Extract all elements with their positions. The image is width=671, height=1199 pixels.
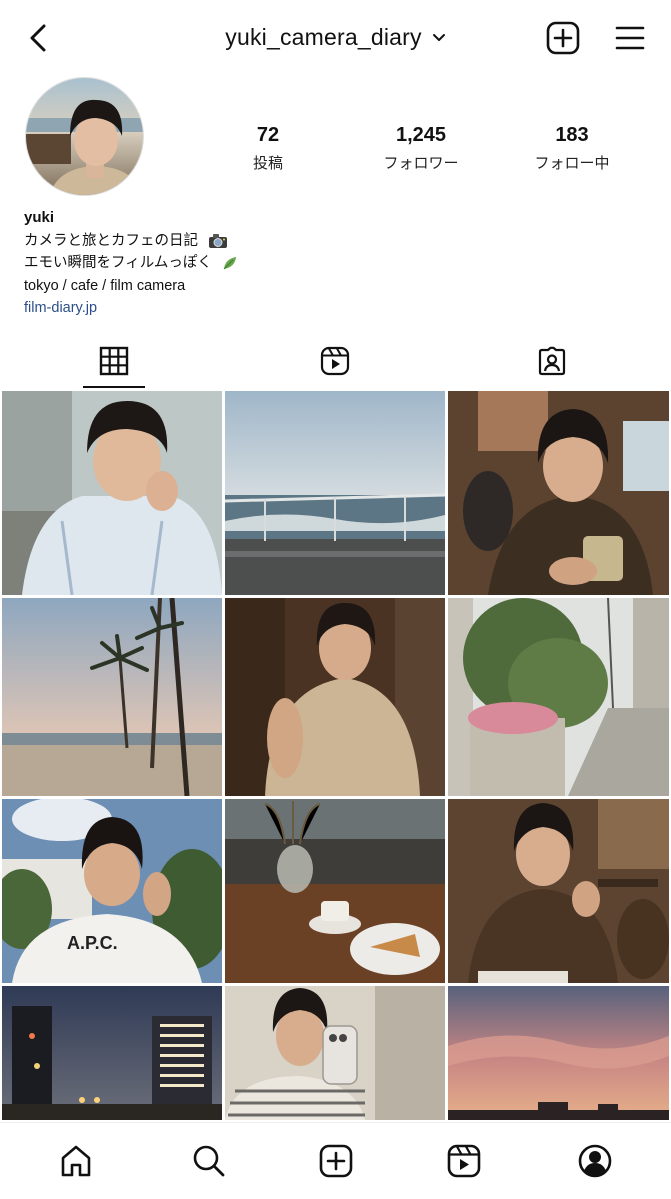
new-post-icon[interactable] [545,20,581,56]
post-image [448,391,669,595]
post-image [2,598,222,796]
following-count[interactable]: 183 フォロー中 [512,124,632,173]
post-image [448,799,669,983]
create-post-icon[interactable] [318,1143,354,1179]
post-thumbnail[interactable] [448,799,669,983]
camera-emoji-icon [209,233,228,248]
post-thumbnail[interactable] [2,986,222,1120]
post-image [225,799,445,983]
post-image [448,598,669,796]
post-image [225,391,445,595]
reels-icon [320,346,350,376]
tab-grid[interactable] [83,334,145,388]
top-bar: yuki_camera_diary [0,0,671,76]
tab-tagged[interactable] [521,334,583,388]
search-icon[interactable] [191,1143,227,1179]
avatar-photo [26,78,143,195]
post-thumbnail[interactable] [448,391,669,595]
tagged-person-icon [538,346,566,376]
tab-reels[interactable] [304,334,366,388]
post-image [448,986,669,1120]
followers-count-label: フォロワー [383,155,459,172]
post-image [225,986,445,1120]
profile-bio: yuki カメラと旅とカフェの日記 エモい瞬間をフィルムっぽく tokyo / … [24,207,644,320]
post-image [2,986,222,1120]
profile-nav-icon[interactable] [577,1143,613,1179]
post-thumbnail[interactable] [2,598,222,796]
post-image [2,391,222,595]
post-thumbnail[interactable] [225,598,445,796]
reels-nav-icon[interactable] [446,1143,482,1179]
post-thumbnail[interactable] [225,986,445,1120]
bio-link[interactable]: film-diary.jp [24,297,644,320]
bio-line-3: tokyo / cafe / film camera [24,277,186,294]
posts-count: 72 投稿 [208,124,328,173]
followers-count-value: 1,245 [395,124,447,146]
bio-line-1-text: カメラと旅とカフェの日記 [24,232,198,249]
post-thumbnail[interactable] [225,799,445,983]
display-name: yuki [24,209,55,226]
bottom-nav [0,1122,671,1199]
post-image [225,598,445,796]
post-thumbnail[interactable] [2,391,222,595]
profile-tabs [0,334,671,388]
post-thumbnail[interactable] [448,598,669,796]
followers-count[interactable]: 1,245 フォロワー [361,124,481,173]
chevron-down-icon [432,33,445,41]
post-image: A.P.C. [2,799,222,983]
home-icon[interactable] [58,1143,94,1179]
following-count-value: 183 [555,124,589,146]
menu-icon[interactable] [612,20,648,56]
bio-line-2-text: エモい瞬間をフィルムっぽく [24,255,212,271]
svg-text:A.P.C.: A.P.C. [67,933,118,953]
posts-count-label: 投稿 [252,155,283,172]
bio-line-1: カメラと旅とカフェの日記 [24,230,644,253]
posts-count-value: 72 [256,124,280,146]
post-thumbnail[interactable] [448,986,669,1120]
post-thumbnail[interactable]: A.P.C. [2,799,222,983]
following-count-label: フォロー中 [534,155,610,172]
leaf-emoji-icon [223,257,236,270]
post-grid: A.P.C. [0,389,671,1120]
profile-username: yuki_camera_diary [225,24,422,50]
profile-avatar[interactable] [25,77,144,196]
grid-icon [99,346,129,376]
post-thumbnail[interactable] [225,391,445,595]
active-tab-indicator [83,386,145,388]
bio-line-2: エモい瞬間をフィルムっぽく [24,252,644,275]
